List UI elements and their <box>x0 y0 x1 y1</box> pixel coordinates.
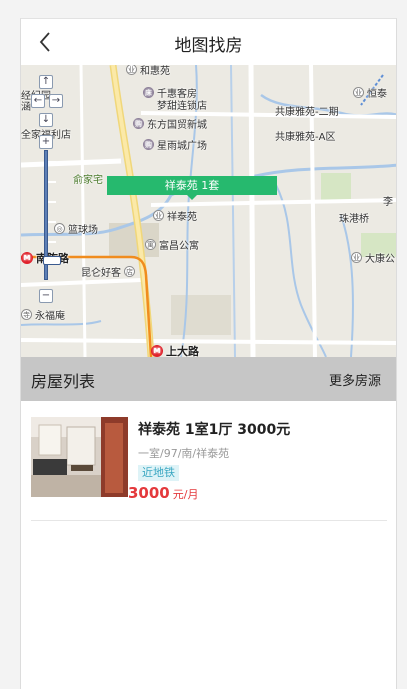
zoom-slider[interactable] <box>43 150 61 280</box>
poi-qianhui-2: 梦甜连锁店 <box>157 101 207 112</box>
poi-hengyuan[interactable]: 业恒泰 <box>353 85 387 100</box>
poi-li: 李 <box>383 197 393 208</box>
pan-left-button[interactable]: ← <box>31 94 45 108</box>
poi-xingyu[interactable]: 购星雨城广场 <box>143 137 207 152</box>
poi-gongkang-a[interactable]: 共康雅苑-A区 <box>275 128 335 143</box>
listing-info: 祥泰苑 1室1厅 3000元 一室/97/南/祥泰苑 近地铁 <box>138 419 290 481</box>
list-header: 房屋列表 更多房源 <box>21 357 396 401</box>
zoom-in-button[interactable]: + <box>39 135 53 149</box>
poi-dongfang[interactable]: 购东方国贸新城 <box>133 116 207 131</box>
header: 地图找房 <box>21 19 396 65</box>
listing-photo[interactable] <box>31 417 128 497</box>
listing-marker[interactable]: 祥泰苑 1套 <box>107 176 277 200</box>
zoom-tick <box>48 241 56 243</box>
pan-up-button[interactable]: ↑ <box>39 75 53 89</box>
poi-zhugang: 珠港桥 <box>339 214 369 225</box>
pan-down-button[interactable]: ↓ <box>39 113 53 127</box>
zoom-tick <box>48 221 56 223</box>
zoom-tick <box>48 181 56 183</box>
map-zoom-control: ↑ ← → ↓ + − <box>31 75 63 311</box>
pan-right-button[interactable]: → <box>49 94 63 108</box>
poi-hehuiyuan[interactable]: 业和惠苑 <box>126 65 170 77</box>
poi-shangda[interactable]: M 上大路 <box>151 343 199 357</box>
poi-xian: 涵 <box>21 102 31 113</box>
listing-card[interactable]: 祥泰苑 1室1厅 3000元 一室/97/南/祥泰苑 近地铁 3000 元/月 <box>31 417 387 521</box>
near-metro-badge: 近地铁 <box>138 465 179 481</box>
listing-title: 祥泰苑 1室1厅 3000元 <box>138 422 291 438</box>
poi-gongkang-2[interactable]: 共康雅苑-二期 <box>275 103 339 118</box>
back-icon[interactable] <box>35 29 57 55</box>
map-view[interactable]: 业和惠苑 床千惠客房 梦甜连锁店 购东方国贸新城 购星雨城广场 经纪园 涵 全家… <box>21 65 396 357</box>
poi-lanqiu[interactable]: ◎ 篮球场 <box>54 221 98 236</box>
poi-yujia: 俞家宅 <box>73 175 103 186</box>
price-value: 3000 <box>128 484 170 502</box>
zoom-tick <box>48 201 56 203</box>
poi-fuchang[interactable]: 寓富昌公寓 <box>145 237 199 252</box>
listing-price: 3000 元/月 <box>128 483 198 502</box>
poi-dakang[interactable]: 业大康公 <box>351 250 395 265</box>
zoom-out-button[interactable]: − <box>39 289 53 303</box>
more-listings-link[interactable]: 更多房源 <box>329 370 381 389</box>
list-title: 房屋列表 <box>31 372 96 391</box>
poi-kunlun[interactable]: 昆仑好客店 <box>81 264 135 279</box>
listing-details: 一室/97/南/祥泰苑 <box>138 447 230 460</box>
poi-xiangtai[interactable]: 业祥泰苑 <box>153 208 197 223</box>
zoom-tick <box>48 161 56 163</box>
price-unit: 元/月 <box>172 488 199 501</box>
page-title: 地图找房 <box>174 36 243 56</box>
phone-frame: 地图找房 业 和惠苑 床 千惠客房 梦甜连锁店 购 东方国贸新城 购 星雨城广场… <box>20 18 397 689</box>
zoom-slider-thumb[interactable] <box>43 256 61 265</box>
